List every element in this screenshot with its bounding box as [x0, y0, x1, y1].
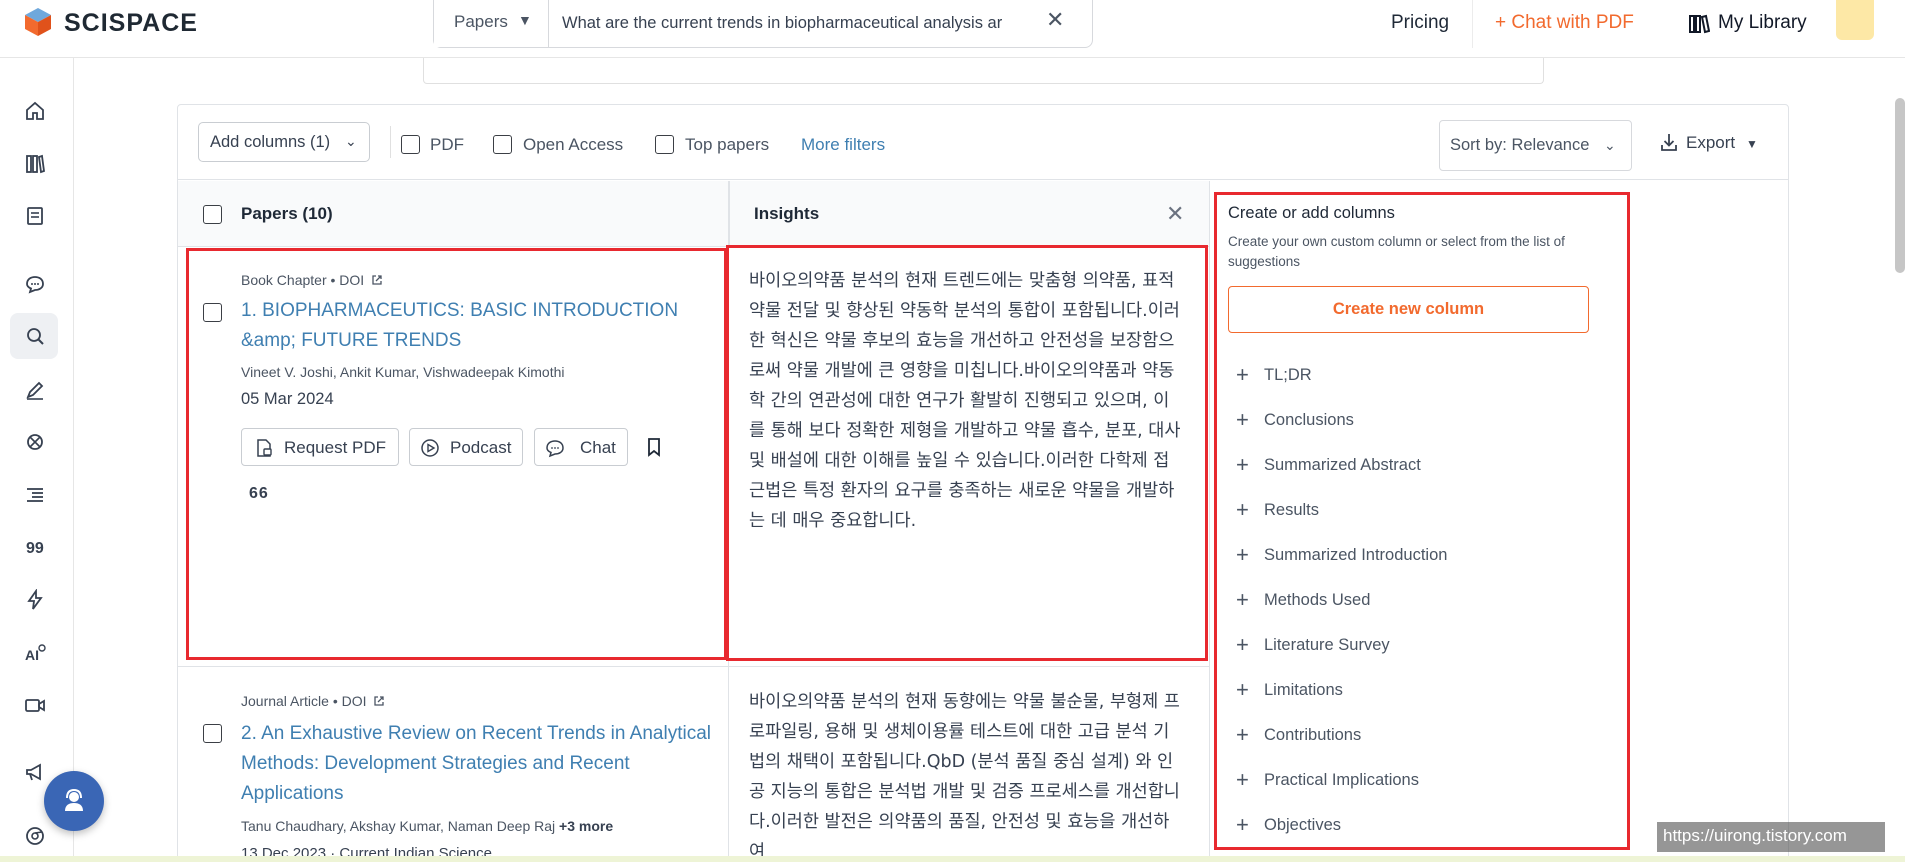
home-icon[interactable]: [22, 98, 48, 124]
watermark: https://uirong.tistory.com: [1657, 822, 1885, 852]
doi-link[interactable]: DOI: [342, 693, 367, 709]
chevron-down-icon: ⌄: [345, 133, 357, 149]
column-divider: [1209, 181, 1210, 862]
more-filters-link[interactable]: More filters: [801, 135, 885, 155]
download-icon: [1661, 134, 1677, 151]
library-icon[interactable]: [22, 151, 48, 177]
add-columns-label: Add columns (1): [210, 133, 331, 151]
chevron-down-icon: ⌄: [1604, 137, 1616, 153]
library-books-icon: [1689, 14, 1710, 34]
papers-count-heading: Papers (10): [241, 204, 333, 223]
video-icon[interactable]: [22, 692, 48, 718]
search-type-label: Papers: [454, 12, 508, 31]
literature-search-icon[interactable]: [22, 323, 48, 349]
ai-detector-icon[interactable]: AI: [22, 640, 48, 666]
insight-text: 바이오의약품 분석의 현재 동향에는 약물 불순물, 부형제 프로파일링, 용해…: [749, 692, 1180, 857]
outline-icon[interactable]: [22, 482, 48, 508]
scispace-logo-icon[interactable]: [22, 6, 54, 38]
chat-icon[interactable]: [22, 271, 48, 297]
nav-pricing-link[interactable]: Pricing: [1391, 12, 1449, 34]
top-papers-filter-label[interactable]: Top papers: [685, 135, 769, 155]
clear-search-icon[interactable]: ✕: [1046, 7, 1064, 33]
highlight-box-columns: [1214, 192, 1630, 850]
extract-data-icon[interactable]: [22, 429, 48, 455]
insights-heading: Insights: [754, 204, 820, 223]
sort-dropdown[interactable]: Sort by: Relevance ⌄: [1439, 120, 1632, 171]
external-link-icon[interactable]: [373, 695, 385, 707]
add-columns-button[interactable]: Add columns (1) ⌄: [198, 122, 370, 162]
caret-down-icon: ▼: [518, 12, 532, 28]
open-access-filter-label[interactable]: Open Access: [523, 135, 623, 155]
bottom-strip: [0, 856, 1905, 862]
select-all-checkbox[interactable]: [203, 205, 222, 224]
highlight-box-insight: [726, 245, 1208, 661]
export-button[interactable]: Export: [1686, 133, 1735, 153]
caret-down-icon[interactable]: ▼: [1746, 137, 1758, 151]
flash-icon[interactable]: [22, 587, 48, 613]
remove-insights-column-icon[interactable]: ✕: [1166, 201, 1184, 227]
logo-text[interactable]: SCISPACE: [64, 9, 198, 38]
chrome-icon[interactable]: [22, 823, 48, 849]
notebook-icon[interactable]: [22, 203, 48, 229]
search-type-dropdown[interactable]: Papers ▼: [434, 0, 549, 47]
support-agent-icon: [65, 788, 83, 811]
paper-authors-names: Tanu Chaudhary, Akshay Kumar, Naman Deep…: [241, 818, 556, 834]
highlight-box-paper: [186, 248, 727, 660]
paraphrase-pen-icon[interactable]: [22, 377, 48, 403]
support-chat-button[interactable]: [44, 771, 104, 831]
my-library-link[interactable]: My Library: [1718, 12, 1807, 34]
user-avatar[interactable]: [1836, 0, 1874, 40]
sort-label: Sort by: Relevance: [1450, 136, 1590, 154]
top-papers-filter-checkbox[interactable]: [655, 135, 674, 154]
svg-text:99: 99: [26, 540, 44, 557]
announcement-icon[interactable]: [22, 759, 48, 785]
paper-title-link[interactable]: 2. An Exhaustive Review on Recent Trends…: [241, 719, 711, 809]
left-sidebar: [0, 58, 74, 862]
pdf-filter-checkbox[interactable]: [401, 135, 420, 154]
paper-select-checkbox[interactable]: [203, 724, 222, 743]
paper-meta: Journal Article • DOI: [241, 693, 385, 709]
open-access-filter-checkbox[interactable]: [493, 135, 512, 154]
previous-answer-card: [423, 58, 1544, 84]
watermark-text: https://uirong.tistory.com: [1663, 826, 1847, 845]
meta-separator: •: [332, 693, 342, 709]
svg-text:AI: AI: [25, 647, 39, 663]
pdf-filter-label[interactable]: PDF: [430, 135, 464, 155]
row-divider: [178, 666, 1210, 667]
page-scrollbar-thumb[interactable]: [1895, 98, 1905, 273]
paper-authors: Tanu Chaudhary, Akshay Kumar, Naman Deep…: [241, 818, 613, 834]
search-bar: Papers ▼ ✕: [433, 0, 1093, 48]
paper-type: Journal Article: [241, 693, 329, 709]
chat-with-pdf-link[interactable]: + Chat with PDF: [1495, 12, 1634, 34]
nav-divider: [1472, 0, 1473, 48]
toolbar-divider: [390, 126, 391, 158]
citation-icon[interactable]: 99: [22, 534, 48, 560]
search-input[interactable]: [562, 9, 1027, 37]
more-authors-link[interactable]: +3 more: [559, 818, 613, 834]
